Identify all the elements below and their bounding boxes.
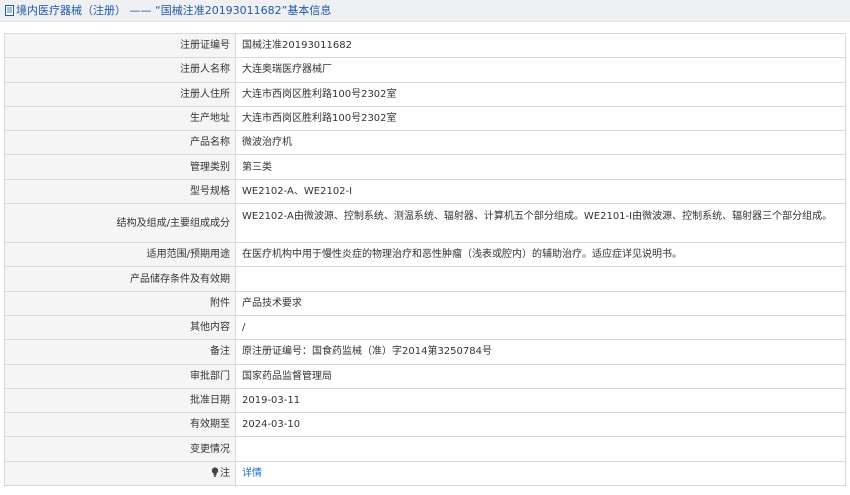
row-label: 产品储存条件及有效期	[4, 266, 236, 292]
table-row: 注册人住所 大连市西岗区胜利路100号2302室	[4, 81, 846, 107]
row-value: WE2102-A、WE2102-I	[235, 178, 846, 205]
row-value: 国家药品监督管理局	[235, 363, 846, 389]
table-row: 产品名称 微波治疗机	[4, 130, 846, 156]
page-header: 境内医疗器械（注册） —— “国械注准20193011682”基本信息	[0, 0, 850, 22]
table-row: 附件 产品技术要求	[4, 290, 846, 316]
row-label: 批准日期	[4, 387, 236, 414]
row-value	[235, 436, 846, 462]
table-row: 有效期至 2024-03-10	[4, 412, 846, 438]
row-value: 2019-03-11	[235, 387, 846, 414]
table-row: 其他内容 /	[4, 314, 846, 341]
row-value: 产品技术要求	[235, 290, 846, 316]
row-value: 大连奥瑞医疗器械厂	[235, 57, 846, 83]
row-label: 注册人名称	[4, 57, 236, 83]
row-label: 产品名称	[4, 130, 236, 156]
info-table: 注册证编号 国械注准20193011682 注册人名称 大连奥瑞医疗器械厂 注册…	[4, 32, 846, 487]
details-link[interactable]: 详情	[242, 468, 262, 479]
document-icon	[5, 5, 14, 16]
note-label: 注	[220, 467, 230, 479]
table-row: 产品储存条件及有效期	[4, 266, 846, 292]
note-label-cell: 注	[4, 460, 236, 487]
lightbulb-icon	[211, 467, 219, 477]
row-label: 生产地址	[4, 105, 236, 132]
row-label: 注册人住所	[4, 81, 236, 107]
row-label: 备注	[4, 339, 236, 365]
row-value: 国械注准20193011682	[235, 32, 846, 59]
table-row: 注册人名称 大连奥瑞医疗器械厂	[4, 57, 846, 83]
table-row: 审批部门 国家药品监督管理局	[4, 363, 846, 389]
row-value: /	[235, 314, 846, 341]
row-value: 第三类	[235, 154, 846, 180]
note-value-cell: 详情	[235, 460, 846, 487]
row-value: 2024-03-10	[235, 412, 846, 438]
table-row: 适用范围/预期用途 在医疗机构中用于慢性炎症的物理治疗和恶性肿瘤（浅表或腔内）的…	[4, 242, 846, 268]
table-row: 注 详情	[4, 460, 846, 487]
row-value: 微波治疗机	[235, 130, 846, 156]
row-label: 附件	[4, 290, 236, 316]
row-value: 大连市西岗区胜利路100号2302室	[235, 81, 846, 107]
row-value: WE2102-A由微波源、控制系统、测温系统、辐射器、计算机五个部分组成。WE2…	[235, 203, 846, 244]
row-value	[235, 266, 846, 292]
table-row: 管理类别 第三类	[4, 154, 846, 180]
row-value: 在医疗机构中用于慢性炎症的物理治疗和恶性肿瘤（浅表或腔内）的辅助治疗。适应症详见…	[235, 242, 846, 268]
row-label: 其他内容	[4, 314, 236, 341]
row-label: 审批部门	[4, 363, 236, 389]
table-row: 结构及组成/主要组成成分 WE2102-A由微波源、控制系统、测温系统、辐射器、…	[4, 203, 846, 244]
row-label: 注册证编号	[4, 32, 236, 59]
table-row: 批准日期 2019-03-11	[4, 387, 846, 414]
row-label: 结构及组成/主要组成成分	[4, 203, 236, 244]
row-label: 适用范围/预期用途	[4, 242, 236, 268]
table-row: 型号规格 WE2102-A、WE2102-I	[4, 178, 846, 205]
row-value: 原注册证编号：国食药监械（准）字2014第3250784号	[235, 339, 846, 365]
row-label: 型号规格	[4, 178, 236, 205]
row-value: 大连市西岗区胜利路100号2302室	[235, 105, 846, 132]
table-row: 注册证编号 国械注准20193011682	[4, 32, 846, 59]
row-label: 有效期至	[4, 412, 236, 438]
table-row: 备注 原注册证编号：国食药监械（准）字2014第3250784号	[4, 339, 846, 365]
page-title: 境内医疗器械（注册） —— “国械注准20193011682”基本信息	[16, 4, 332, 17]
row-label: 变更情况	[4, 436, 236, 462]
row-label: 管理类别	[4, 154, 236, 180]
table-row: 变更情况	[4, 436, 846, 462]
table-row: 生产地址 大连市西岗区胜利路100号2302室	[4, 105, 846, 132]
